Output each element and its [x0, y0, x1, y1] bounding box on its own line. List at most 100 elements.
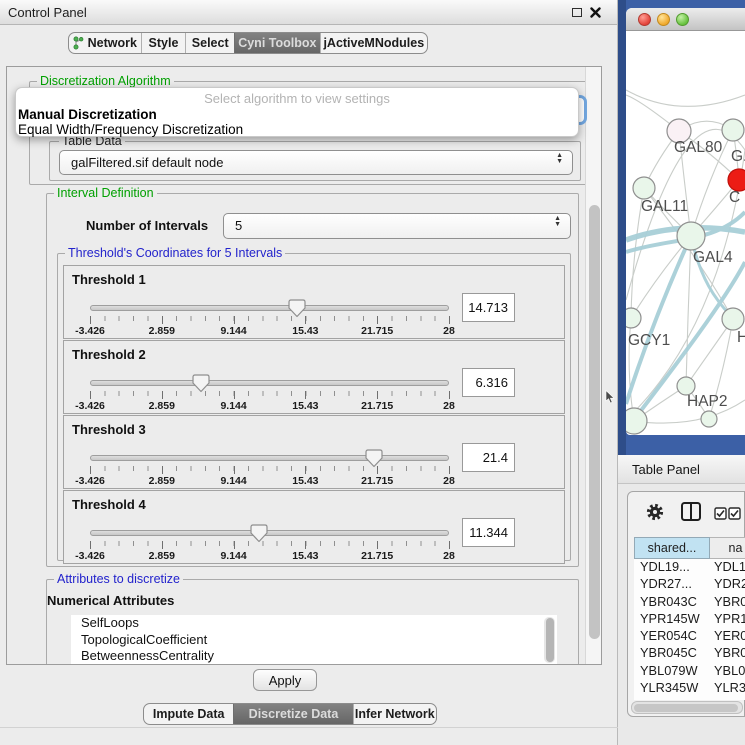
scrollbar-thumb[interactable] — [546, 618, 554, 662]
cell-shared-name[interactable]: YBR043C — [634, 594, 710, 611]
number-of-intervals-spinner[interactable]: 5 ▲▼ — [223, 213, 571, 239]
numerical-attributes-list[interactable]: SelfLoops TopologicalCoefficient Between… — [71, 615, 557, 665]
threshold-4-value-field[interactable]: 11.344 — [462, 518, 515, 547]
checkbox-icon[interactable] — [714, 507, 727, 520]
slider-tick-label: 9.144 — [220, 325, 246, 337]
tab-jactivemnodules-label: jActiveMNodules — [323, 36, 424, 50]
network-node[interactable] — [626, 408, 647, 434]
cell-name[interactable]: YIL0 — [710, 697, 745, 700]
network-node[interactable] — [722, 119, 744, 141]
network-window[interactable]: GAL80 G. C GAL11 GAL4 GCY1 H HAP2 — [626, 8, 745, 435]
list-item[interactable]: SelfLoops — [71, 615, 557, 632]
column-header-shared-name[interactable]: shared... — [634, 537, 710, 559]
scrollbar-thumb[interactable] — [634, 704, 738, 712]
tab-infer-network[interactable]: Infer Network — [353, 704, 436, 724]
float-window-icon[interactable] — [572, 8, 582, 17]
slider-track[interactable] — [90, 530, 449, 536]
network-node[interactable] — [633, 177, 655, 199]
tab-network[interactable]: Network — [69, 33, 141, 53]
table-horizontal-scrollbar[interactable] — [631, 701, 743, 714]
slider-tick-label: 15.43 — [292, 550, 318, 562]
tab-impute-data[interactable]: Impute Data — [144, 704, 233, 724]
algorithm-popup-hint: Select algorithm to view settings — [16, 91, 578, 106]
cell-name[interactable]: YDR2 — [710, 576, 745, 593]
tab-network-label: Network — [88, 36, 137, 50]
tab-cyni-toolbox[interactable]: Cyni Toolbox — [234, 33, 320, 53]
threshold-4-slider[interactable]: -3.4262.8599.14415.4321.71528 — [90, 524, 449, 564]
slider-track[interactable] — [90, 380, 449, 386]
cell-shared-name[interactable]: YPR145W — [634, 611, 710, 628]
network-node[interactable] — [677, 222, 705, 250]
tab-discretize-data[interactable]: Discretize Data — [233, 704, 352, 724]
table-row[interactable]: YPR145WYPR1 — [634, 611, 745, 628]
network-node[interactable] — [722, 308, 744, 330]
threshold-2-slider[interactable]: -3.4262.8599.14415.4321.71528 — [90, 374, 449, 414]
tab-select[interactable]: Select — [185, 33, 234, 53]
threshold-2-value-field[interactable]: 6.316 — [462, 368, 515, 397]
threshold-2-panel: Threshold 2 -3.4262.8599.14415.4321.7152… — [63, 340, 565, 414]
threshold-1-slider[interactable]: -3.4262.8599.14415.4321.71528 — [90, 299, 449, 339]
table-row[interactable]: YBL079WYBL0 — [634, 663, 745, 680]
cell-name[interactable]: YDL1 — [710, 559, 745, 576]
table-row[interactable]: YER054CYER0 — [634, 628, 745, 645]
cell-shared-name[interactable]: YBL079W — [634, 663, 710, 680]
cell-shared-name[interactable]: YIL052C — [634, 697, 710, 700]
combo-stepper-icon[interactable]: ▲▼ — [556, 153, 563, 165]
list-item[interactable]: TopologicalCoefficient — [71, 632, 557, 649]
close-icon[interactable] — [590, 7, 601, 18]
slider-track[interactable] — [90, 455, 449, 461]
slider-thumb[interactable] — [250, 524, 268, 543]
slider-tick-label: 9.144 — [220, 400, 246, 412]
cell-name[interactable]: YLR3 — [710, 680, 745, 697]
gear-icon[interactable] — [645, 502, 665, 522]
network-nodes[interactable] — [626, 119, 745, 434]
slider-thumb[interactable] — [365, 449, 383, 468]
network-node-selected[interactable] — [728, 169, 745, 191]
table-row[interactable]: YBR045CYBR0 — [634, 645, 745, 662]
cell-shared-name[interactable]: YDL19... — [634, 559, 710, 576]
cell-name[interactable]: YPR1 — [710, 611, 745, 628]
slider-track[interactable] — [90, 305, 449, 311]
cell-name[interactable]: YBR0 — [710, 594, 745, 611]
column-header-name[interactable]: na — [710, 537, 745, 559]
threshold-3-value-field[interactable]: 21.4 — [462, 443, 515, 472]
attributes-list-scrollbar[interactable] — [544, 617, 555, 663]
network-node[interactable] — [626, 308, 641, 328]
apply-button[interactable]: Apply — [253, 669, 317, 691]
settings-vertical-scrollbar[interactable] — [585, 67, 602, 665]
cell-name[interactable]: YER0 — [710, 628, 745, 645]
table-row[interactable]: YDR27...YDR2 — [634, 576, 745, 593]
cell-shared-name[interactable]: YER054C — [634, 628, 710, 645]
algorithm-dropdown-popup: Select algorithm to view settings Manual… — [15, 87, 579, 137]
column-layout-icon[interactable] — [680, 501, 702, 522]
threshold-3-slider[interactable]: -3.4262.8599.14415.4321.71528 — [90, 449, 449, 489]
cell-shared-name[interactable]: YDR27... — [634, 576, 710, 593]
table-row[interactable]: YLR345WYLR3 — [634, 680, 745, 697]
table-row[interactable]: YIL052CYIL0 — [634, 697, 745, 700]
table-data-combo[interactable]: galFiltered.sif default node ▲▼ — [59, 150, 573, 175]
table-row[interactable]: YBR043CYBR0 — [634, 594, 745, 611]
network-node[interactable] — [701, 411, 717, 427]
tab-jactivemnodules[interactable]: jActiveMNodules — [320, 33, 427, 53]
slider-major-tick — [234, 466, 235, 474]
cell-name[interactable]: YBR0 — [710, 645, 745, 662]
cell-shared-name[interactable]: YBR045C — [634, 645, 710, 662]
threshold-1-value-field[interactable]: 14.713 — [462, 293, 515, 322]
cell-shared-name[interactable]: YLR345W — [634, 680, 710, 697]
network-window-titlebar[interactable] — [626, 8, 745, 31]
minimize-traffic-light-icon[interactable] — [657, 13, 670, 26]
algorithm-option-manual[interactable]: Manual Discretization — [18, 107, 157, 122]
table-row[interactable]: YDL19...YDL1 — [634, 559, 745, 576]
close-traffic-light-icon[interactable] — [638, 13, 651, 26]
scrollbar-thumb[interactable] — [589, 205, 600, 639]
checkbox-icon[interactable] — [728, 507, 741, 520]
zoom-traffic-light-icon[interactable] — [676, 13, 689, 26]
spinner-stepper-icon[interactable]: ▲▼ — [554, 216, 561, 228]
slider-thumb[interactable] — [192, 374, 210, 393]
list-item[interactable]: BetweennessCentrality — [71, 648, 557, 665]
network-graph[interactable]: GAL80 G. C GAL11 GAL4 GCY1 H HAP2 — [626, 31, 745, 435]
cell-name[interactable]: YBL0 — [710, 663, 745, 680]
slider-thumb[interactable] — [288, 299, 306, 318]
algorithm-option-equal-width[interactable]: Equal Width/Frequency Discretization — [18, 122, 243, 137]
tab-style[interactable]: Style — [141, 33, 186, 53]
